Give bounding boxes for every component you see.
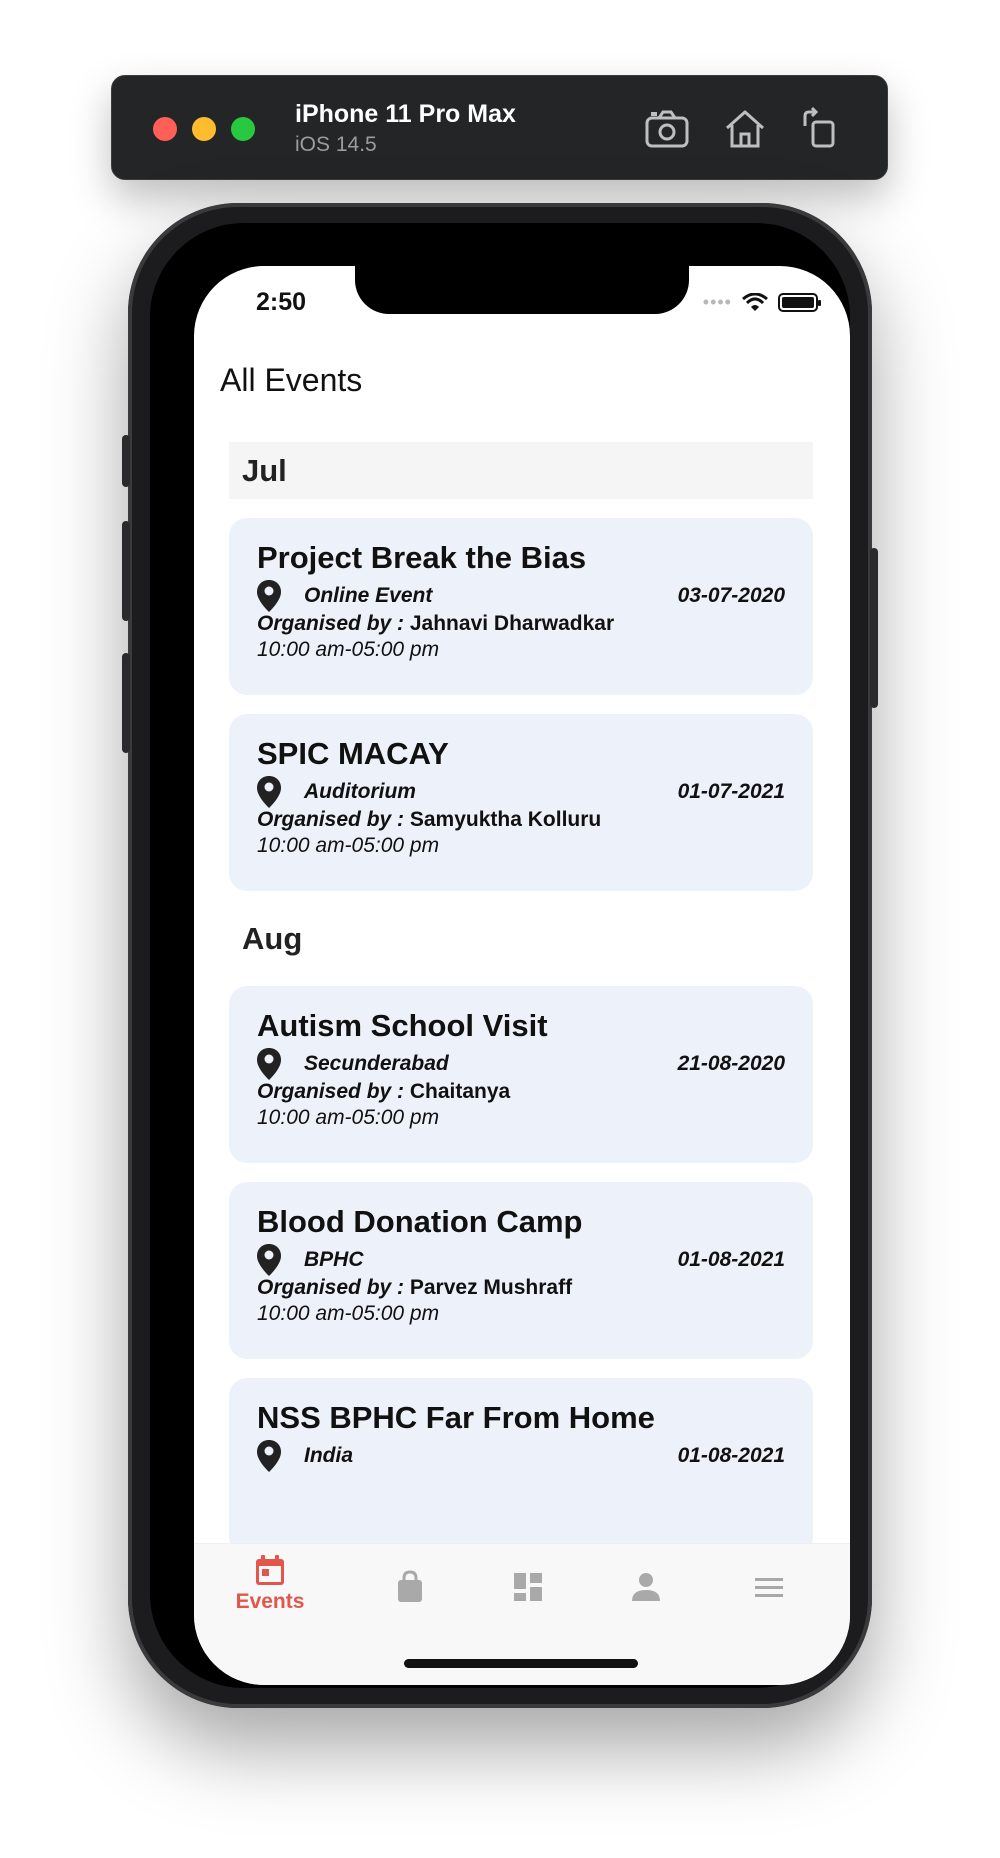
organised-by-label: Organised by : [257,1276,405,1299]
organised-by-label: Organised by : [257,612,405,635]
status-icons: •••• [702,292,821,313]
organised-by-label: Organised by : [257,1080,405,1103]
event-card[interactable]: SPIC MACAY Auditorium 01-07-2021 Organis… [229,714,813,891]
location-pin-icon [257,1244,281,1276]
event-date: 03-07-2020 [677,584,785,607]
event-date: 21-08-2020 [677,1052,785,1075]
location-pin-icon [257,776,281,808]
event-organiser: Organised by : Samyuktha Kolluru [257,808,785,832]
event-time: 10:00 am-05:00 pm [257,834,440,857]
device-name: iPhone 11 Pro Max [295,100,516,128]
events-list[interactable]: Jul Project Break the Bias Online Event … [229,442,813,1562]
event-title: NSS BPHC Far From Home [257,1400,655,1435]
event-title: Autism School Visit [257,1008,548,1043]
event-date: 01-08-2021 [677,1248,785,1271]
event-location: Online Event [304,584,433,607]
event-location: Secunderabad [304,1052,449,1075]
month-header: Aug [242,920,303,956]
calendar-icon [256,1555,284,1585]
location-pin-icon [257,1440,281,1472]
event-card[interactable]: Project Break the Bias Online Event 03-0… [229,518,813,695]
event-card[interactable]: Autism School Visit Secunderabad 21-08-2… [229,986,813,1163]
tab-dashboard[interactable] [478,1570,578,1650]
tab-menu[interactable] [719,1570,819,1650]
event-card[interactable]: NSS BPHC Far From Home India 01-08-2021 [229,1378,813,1555]
event-organiser: Organised by : Chaitanya [257,1080,785,1104]
close-window-button[interactable] [153,117,177,141]
event-organiser: Organised by : Parvez Mushraff [257,1276,785,1300]
event-title: Project Break the Bias [257,540,587,575]
event-location: India [304,1444,354,1467]
simulator-page: iPhone 11 Pro Max iOS 14.5 2:50 •••• All… [0,0,1000,1858]
person-icon [632,1573,660,1601]
status-time: 2:50 [256,288,307,316]
location-pin-icon [257,580,281,612]
month-header: Jul [229,442,813,499]
notch [355,266,689,314]
home-indicator[interactable] [404,1659,638,1668]
event-organiser: Organised by : Jahnavi Dharwadkar [257,612,785,636]
phone-bezel: 2:50 •••• All Events Jul Project Break t… [150,223,850,1688]
event-time: 10:00 am-05:00 pm [257,638,440,661]
shopping-bag-icon [398,1570,422,1602]
side-button [870,548,878,708]
organiser-name: Samyuktha Kolluru [409,808,602,831]
organiser-name: Jahnavi Dharwadkar [409,612,615,635]
event-date: 01-07-2021 [677,780,785,803]
battery-icon [778,293,821,312]
event-title: SPIC MACAY [257,736,449,771]
volume-up-button [122,521,130,621]
event-title: Blood Donation Camp [257,1204,583,1239]
os-version: iOS 14.5 [295,133,377,156]
dashboard-icon [514,1573,542,1601]
wifi-icon [742,292,768,311]
event-time: 10:00 am-05:00 pm [257,1302,440,1325]
iphone-frame: 2:50 •••• All Events Jul Project Break t… [122,203,878,1708]
screenshot-icon[interactable] [643,106,691,152]
signal-icon: •••• [702,292,732,312]
organised-by-label: Organised by : [257,808,405,831]
event-location: BPHC [304,1248,364,1271]
volume-down-button [122,653,130,753]
tab-profile[interactable] [596,1570,696,1650]
phone-screen: 2:50 •••• All Events Jul Project Break t… [194,266,850,1685]
event-location: Auditorium [304,780,416,803]
mute-switch [122,435,130,487]
tab-events[interactable]: Events [220,1554,320,1634]
event-card[interactable]: Blood Donation Camp BPHC 01-08-2021 Orga… [229,1182,813,1359]
simulator-toolbar: iPhone 11 Pro Max iOS 14.5 [111,75,888,180]
rotate-icon[interactable] [797,106,845,152]
tab-events-label: Events [235,1590,305,1613]
event-time: 10:00 am-05:00 pm [257,1106,440,1129]
organiser-name: Parvez Mushraff [409,1276,573,1299]
event-date: 01-08-2021 [677,1444,785,1467]
minimize-window-button[interactable] [192,117,216,141]
page-title: All Events [220,362,363,398]
zoom-window-button[interactable] [231,117,255,141]
location-pin-icon [257,1048,281,1080]
organiser-name: Chaitanya [409,1080,511,1103]
home-icon[interactable] [721,106,769,152]
menu-icon [755,1578,783,1597]
tab-shop[interactable] [360,1570,460,1650]
